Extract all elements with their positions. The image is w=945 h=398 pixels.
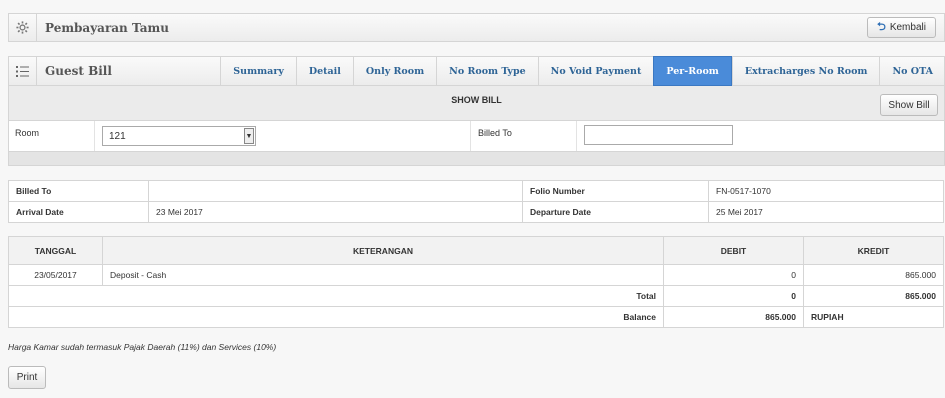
- bill-tabs: Summary Detail Only Room No Room Type No…: [220, 56, 945, 86]
- guest-bill-title: Guest Bill: [45, 64, 112, 78]
- table-header-row: TANGGAL KETERANGAN DEBIT KREDIT: [8, 236, 944, 265]
- table-row: Billed To Folio Number FN-0517-1070: [8, 180, 944, 202]
- tab-no-room-type[interactable]: No Room Type: [436, 56, 538, 86]
- row-debit: 0: [663, 264, 804, 286]
- back-arrow-icon: ⮌: [877, 21, 886, 33]
- balance-row: Balance 865.000 RUPIAH: [8, 306, 944, 328]
- departure-date-value: 25 Mei 2017: [708, 201, 944, 223]
- bill-table: TANGGAL KETERANGAN DEBIT KREDIT 23/05/20…: [8, 236, 944, 328]
- show-bill-bar: SHOW BILL Show Bill: [8, 86, 945, 121]
- total-kredit: 865.000: [803, 285, 944, 307]
- guest-bill-header: Guest Bill Summary Detail Only Room No R…: [8, 56, 945, 86]
- tab-no-void-payment[interactable]: No Void Payment: [537, 56, 654, 86]
- tab-per-room[interactable]: Per-Room: [653, 56, 732, 86]
- total-debit: 0: [663, 285, 804, 307]
- gear-icon: [9, 14, 37, 41]
- guest-info-table: Billed To Folio Number FN-0517-1070 Arri…: [8, 180, 944, 223]
- tab-no-ota[interactable]: No OTA: [879, 56, 945, 86]
- table-row: 23/05/2017 Deposit - Cash 0 865.000: [8, 264, 944, 286]
- show-bill-button[interactable]: Show Bill: [880, 94, 938, 116]
- col-debit: DEBIT: [663, 236, 804, 265]
- balance-value: 865.000: [663, 306, 804, 328]
- tab-extracharges-no-room[interactable]: Extracharges No Room: [731, 56, 880, 86]
- col-kredit: KREDIT: [803, 236, 944, 265]
- back-button[interactable]: ⮌ Kembali: [867, 17, 936, 38]
- back-button-label: Kembali: [889, 22, 926, 33]
- total-label: Total: [8, 285, 664, 307]
- folio-number-value: FN-0517-1070: [708, 180, 944, 202]
- row-keterangan: Deposit - Cash: [102, 264, 664, 286]
- divider-strip: [8, 152, 945, 166]
- page-title: Pembayaran Tamu: [45, 20, 169, 35]
- tab-detail[interactable]: Detail: [295, 56, 353, 86]
- page-header: Pembayaran Tamu ⮌ Kembali: [8, 13, 945, 42]
- folio-number-label: Folio Number: [522, 180, 709, 202]
- list-icon: [9, 57, 37, 85]
- tab-only-room[interactable]: Only Room: [352, 56, 436, 86]
- tab-summary[interactable]: Summary: [220, 56, 296, 86]
- balance-label: Balance: [8, 306, 664, 328]
- billed-to-info-label: Billed To: [8, 180, 149, 202]
- row-kredit: 865.000: [803, 264, 944, 286]
- arrival-date-label: Arrival Date: [8, 201, 149, 223]
- bill-filter-form: Room 121 ▼ Billed To: [8, 121, 945, 152]
- col-keterangan: KETERANGAN: [102, 236, 664, 265]
- table-row: Arrival Date 23 Mei 2017 Departure Date …: [8, 201, 944, 223]
- col-tanggal: TANGGAL: [8, 236, 103, 265]
- departure-date-label: Departure Date: [522, 201, 709, 223]
- billed-to-info-value: [148, 180, 523, 202]
- total-row: Total 0 865.000: [8, 285, 944, 307]
- print-button[interactable]: Print: [8, 366, 46, 389]
- show-bill-title: SHOW BILL: [451, 95, 502, 105]
- arrival-date-value: 23 Mei 2017: [148, 201, 523, 223]
- billed-to-input[interactable]: [584, 125, 733, 145]
- billed-to-label: Billed To: [478, 128, 512, 138]
- tax-note: Harga Kamar sudah termasuk Pajak Daerah …: [8, 342, 277, 352]
- balance-currency: RUPIAH: [803, 306, 944, 328]
- row-tanggal: 23/05/2017: [8, 264, 103, 286]
